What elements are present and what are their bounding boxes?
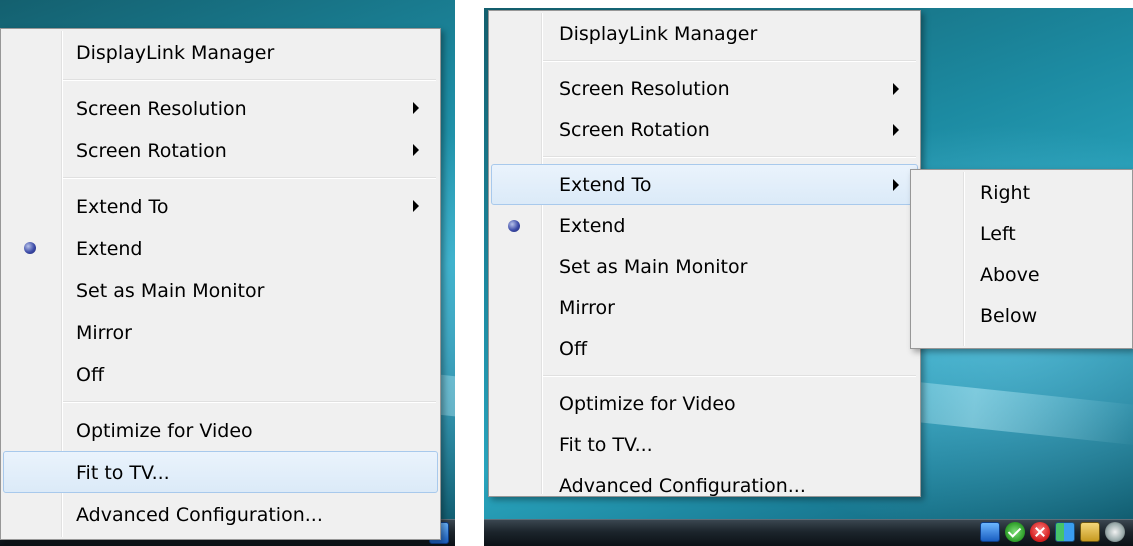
extend-to-submenu: Right Left Above Below	[910, 169, 1133, 349]
menu-item-fit-to-tv[interactable]: Fit to TV...	[3, 451, 438, 493]
menu-item-optimize-for-video[interactable]: Optimize for Video	[491, 383, 918, 424]
chevron-right-icon	[893, 123, 899, 136]
menu-item-label: Screen Rotation	[76, 140, 227, 162]
menu-item-screen-rotation[interactable]: Screen Rotation	[3, 129, 438, 171]
menu-item-advanced-configuration[interactable]: Advanced Configuration...	[3, 493, 438, 535]
menu-item-set-as-main-monitor[interactable]: Set as Main Monitor	[3, 269, 438, 311]
submenu-item-label: Above	[980, 264, 1040, 286]
submenu-item-left[interactable]: Left	[913, 213, 1130, 254]
menu-item-displaylink-manager[interactable]: DisplayLink Manager	[3, 31, 438, 73]
menu-separator	[3, 171, 438, 185]
menu-item-off[interactable]: Off	[491, 328, 918, 369]
menu-item-label: Screen Resolution	[76, 98, 247, 120]
radio-selected-icon	[508, 219, 520, 232]
radio-selected-icon	[24, 242, 36, 254]
submenu-item-above[interactable]: Above	[913, 254, 1130, 295]
chevron-right-icon	[893, 82, 899, 95]
menu-item-label: Optimize for Video	[76, 420, 253, 442]
menu-item-fit-to-tv[interactable]: Fit to TV...	[491, 424, 918, 465]
menu-item-extend[interactable]: Extend	[3, 227, 438, 269]
menu-item-screen-resolution[interactable]: Screen Resolution	[3, 87, 438, 129]
menu-separator	[3, 73, 438, 87]
menu-separator	[491, 54, 918, 68]
security-alert-icon[interactable]	[1030, 522, 1050, 542]
menu-item-mirror[interactable]: Mirror	[3, 311, 438, 353]
menu-item-displaylink-manager[interactable]: DisplayLink Manager	[491, 13, 918, 54]
volume-icon[interactable]	[1080, 522, 1100, 542]
menu-item-label: Screen Rotation	[559, 119, 710, 141]
menu-item-label: Off	[559, 338, 588, 360]
menu-item-label: Off	[76, 364, 105, 386]
right-screenshot-panel: DisplayLink Manager Screen Resolution Sc…	[484, 8, 1133, 546]
menu-item-advanced-configuration[interactable]: Advanced Configuration...	[491, 465, 918, 506]
menu-item-label: Set as Main Monitor	[76, 280, 265, 302]
menu-item-optimize-for-video[interactable]: Optimize for Video	[3, 409, 438, 451]
chevron-right-icon	[413, 144, 419, 156]
system-tray	[980, 520, 1125, 544]
menu-item-label: Fit to TV...	[76, 462, 170, 484]
security-check-icon[interactable]	[1005, 522, 1025, 542]
menu-item-extend-to[interactable]: Extend To	[491, 164, 918, 205]
menu-item-label: Optimize for Video	[559, 393, 736, 415]
menu-item-extend[interactable]: Extend	[491, 205, 918, 246]
submenu-item-label: Left	[980, 223, 1016, 245]
menu-item-screen-rotation[interactable]: Screen Rotation	[491, 109, 918, 150]
menu-separator	[491, 369, 918, 383]
menu-separator	[491, 150, 918, 164]
menu-item-label: Mirror	[559, 297, 615, 319]
menu-item-label: Extend To	[76, 196, 169, 218]
menu-item-label: DisplayLink Manager	[559, 23, 758, 45]
displaylink-monitor-icon[interactable]	[1055, 522, 1075, 542]
power-icon[interactable]	[1105, 522, 1125, 542]
menu-separator	[3, 395, 438, 409]
menu-item-label: Extend To	[559, 174, 652, 196]
menu-item-label: Fit to TV...	[559, 434, 653, 456]
menu-item-label: Mirror	[76, 322, 132, 344]
menu-item-screen-resolution[interactable]: Screen Resolution	[491, 68, 918, 109]
chevron-right-icon	[413, 102, 419, 114]
menu-item-label: Advanced Configuration...	[559, 475, 806, 497]
menu-item-label: Set as Main Monitor	[559, 256, 748, 278]
menu-item-label: DisplayLink Manager	[76, 42, 275, 64]
menu-item-label: Extend	[76, 238, 143, 260]
left-screenshot-panel: DisplayLink Manager Screen Resolution Sc…	[0, 0, 455, 546]
menu-item-label: Advanced Configuration...	[76, 504, 323, 526]
submenu-item-label: Below	[980, 305, 1038, 327]
taskbar	[484, 519, 1133, 546]
menu-item-off[interactable]: Off	[3, 353, 438, 395]
chevron-right-icon	[893, 178, 899, 191]
submenu-item-label: Right	[980, 182, 1031, 204]
displaylink-context-menu: DisplayLink Manager Screen Resolution Sc…	[488, 10, 921, 497]
chevron-right-icon	[413, 200, 419, 212]
menu-item-mirror[interactable]: Mirror	[491, 287, 918, 328]
network-icon[interactable]	[980, 522, 1000, 542]
displaylink-context-menu: DisplayLink Manager Screen Resolution Sc…	[0, 28, 441, 540]
menu-item-extend-to[interactable]: Extend To	[3, 185, 438, 227]
menu-item-label: Screen Resolution	[559, 78, 730, 100]
submenu-item-right[interactable]: Right	[913, 172, 1130, 213]
menu-item-set-as-main-monitor[interactable]: Set as Main Monitor	[491, 246, 918, 287]
menu-item-label: Extend	[559, 215, 626, 237]
submenu-item-below[interactable]: Below	[913, 295, 1130, 336]
